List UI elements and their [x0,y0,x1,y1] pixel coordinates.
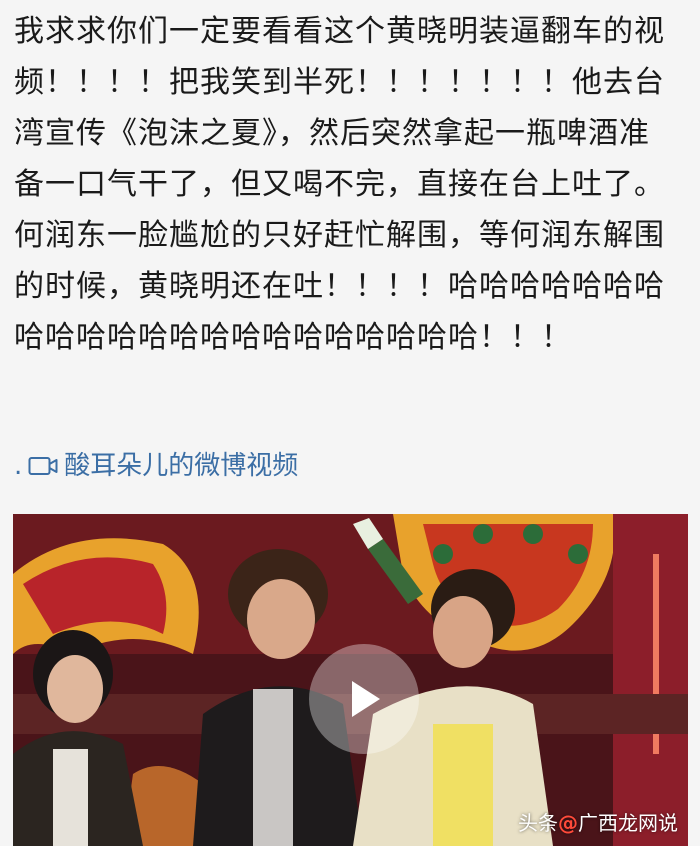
link-prefix: . [14,451,23,481]
watermark-suffix: 广西龙网说 [578,811,678,835]
post-body-text: 我求求你们一定要看看这个黄晓明装逼翻车的视频！！！！把我笑到半死！！！！！！！他… [14,14,665,355]
watermark-prefix: 头条 [518,811,558,835]
watermark-brand: @ [558,811,578,835]
video-watermark: 头条@广西龙网说 [518,807,678,836]
video-camera-icon [28,457,58,475]
play-icon [352,681,380,717]
weibo-video-link[interactable]: . 酸耳朵儿的微博视频 [14,446,298,486]
play-button[interactable] [309,644,419,754]
video-player[interactable]: 头条@广西龙网说 [13,514,688,846]
weibo-video-link-label: 酸耳朵儿的微博视频 [64,451,299,481]
